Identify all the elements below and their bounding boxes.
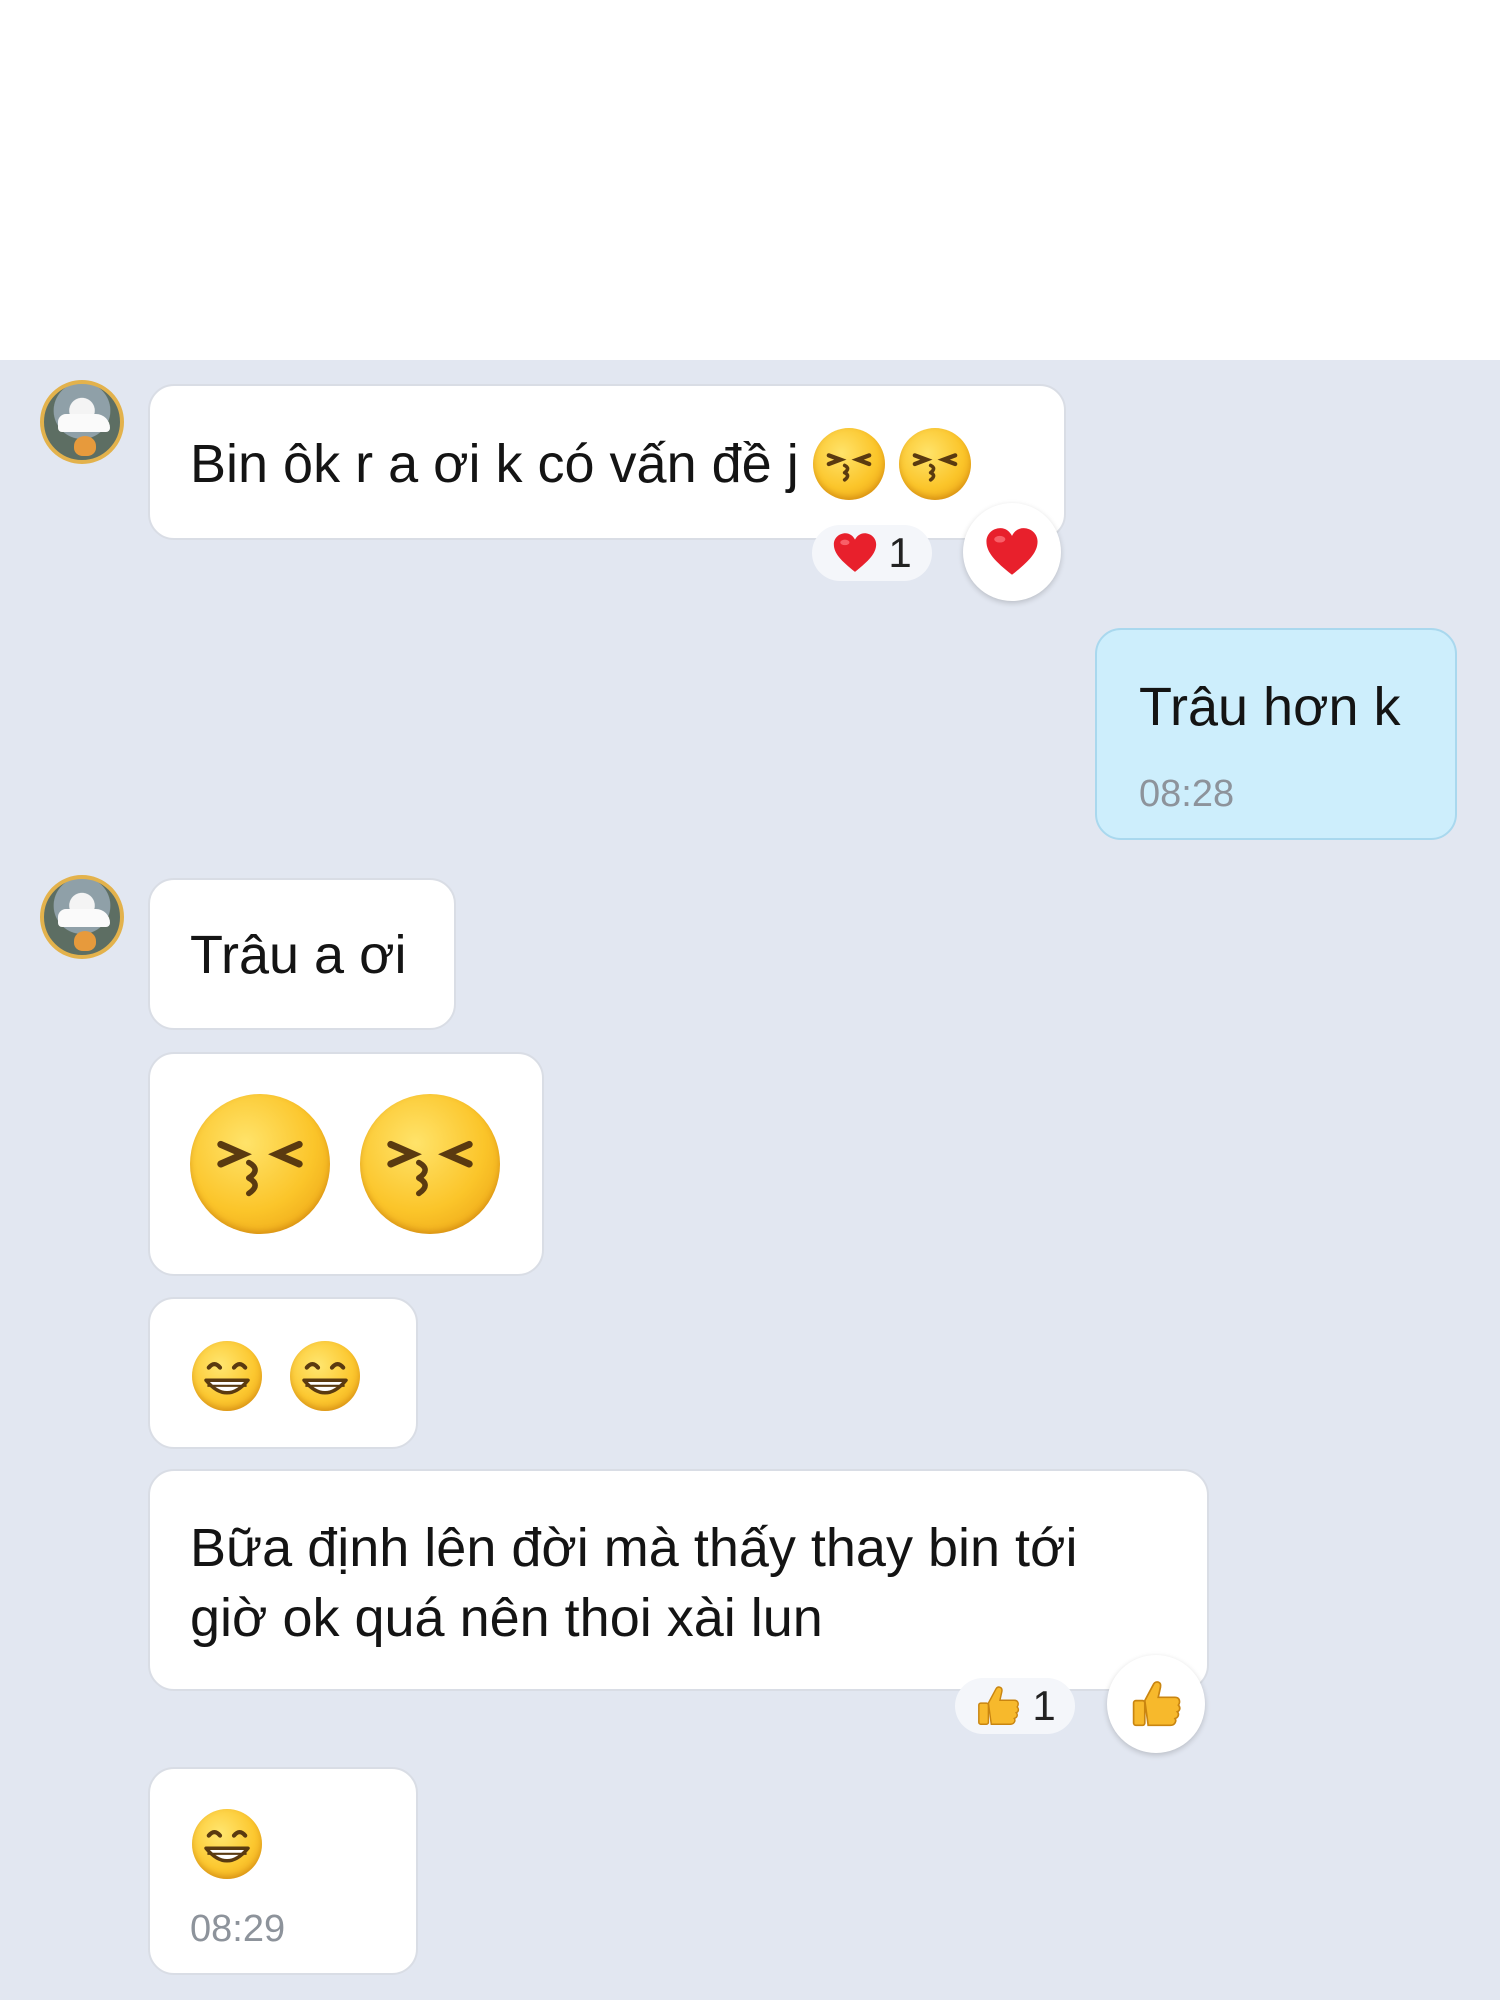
message-bubble[interactable]: Bữa định lên đời mà thấy thay bin tới gi… (148, 1469, 1209, 1691)
message-text-line-1: Bữa định lên đời mà thấy thay bin tới (190, 1518, 1078, 1578)
contact-avatar[interactable] (40, 380, 124, 464)
message-text: Trâu a ơi (190, 925, 407, 985)
message-bubble[interactable]: Bin ôk r a ơi k có vấn đề j (148, 384, 1066, 540)
my-message-bubble[interactable]: Trâu hơn k 08:28 (1095, 628, 1457, 840)
grinning-face-icon (192, 1809, 262, 1879)
thumbs-up-icon (974, 1682, 1022, 1730)
message-text: Bin ôk r a ơi k có vấn đề j (190, 434, 799, 494)
emoji-message-bubble[interactable] (148, 1297, 418, 1449)
kissing-face-icon (898, 428, 971, 500)
grinning-face-icon (290, 1341, 360, 1411)
reaction-summary[interactable]: 1 (812, 525, 932, 581)
reaction-count: 1 (1032, 1682, 1056, 1729)
kissing-face-icon (360, 1094, 500, 1234)
message-time: 08:28 (1139, 773, 1235, 815)
message-time: 08:29 (190, 1908, 286, 1950)
message-text-line-2: giờ ok quá nên thoi xài lun (190, 1588, 823, 1648)
heart-icon (984, 527, 1040, 577)
react-button[interactable] (963, 503, 1061, 601)
reaction-summary[interactable]: 1 (955, 1678, 1075, 1734)
heart-icon (832, 532, 878, 574)
emoji-message-bubble[interactable]: 08:29 (148, 1767, 418, 1975)
grinning-face-icon (192, 1341, 262, 1411)
thumbs-up-icon (1128, 1676, 1184, 1732)
kissing-face-icon (812, 428, 885, 500)
emoji-message-bubble[interactable] (148, 1052, 544, 1276)
kissing-face-icon (190, 1094, 330, 1234)
react-button[interactable] (1107, 1655, 1205, 1753)
reaction-count: 1 (888, 529, 912, 576)
contact-avatar[interactable] (40, 875, 124, 959)
message-bubble[interactable]: Trâu a ơi (148, 878, 456, 1030)
message-text: Trâu hơn k (1139, 677, 1401, 737)
